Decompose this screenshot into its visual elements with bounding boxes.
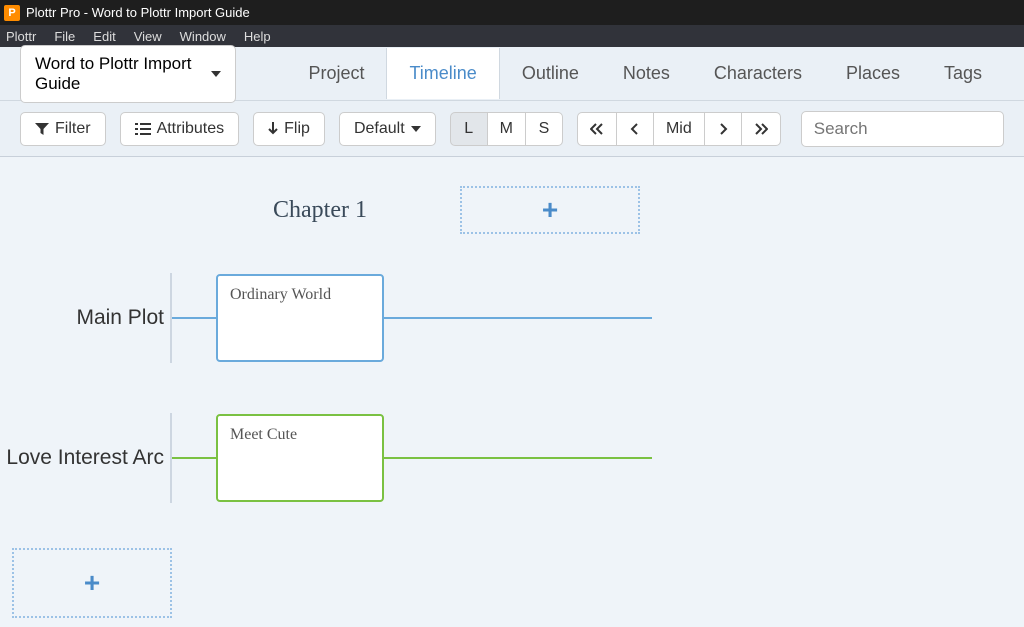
chevron-left-icon <box>630 123 640 135</box>
book-selector-label: Word to Plottr Import Guide <box>35 54 203 94</box>
chapter-header-row: Chapter 1 + <box>0 182 1024 238</box>
nav-group: Mid <box>577 112 781 146</box>
default-dropdown[interactable]: Default <box>339 112 436 146</box>
menu-window[interactable]: Window <box>180 29 226 44</box>
attributes-label: Attributes <box>157 120 225 138</box>
chevrons-right-icon <box>754 123 768 135</box>
filter-label: Filter <box>55 120 91 138</box>
chevrons-left-icon <box>590 123 604 135</box>
plotline-label[interactable]: Main Plot <box>0 306 170 330</box>
nav-last-button[interactable] <box>741 112 781 146</box>
size-m-button[interactable]: M <box>487 112 526 146</box>
tab-notes[interactable]: Notes <box>601 48 692 99</box>
filter-icon <box>35 122 49 136</box>
filter-button[interactable]: Filter <box>20 112 106 146</box>
attributes-button[interactable]: Attributes <box>120 112 240 146</box>
tab-places[interactable]: Places <box>824 48 922 99</box>
default-label: Default <box>354 120 405 138</box>
search-input[interactable] <box>814 119 991 139</box>
menu-edit[interactable]: Edit <box>93 29 115 44</box>
timeline-canvas: Chapter 1 + Main Plot Ordinary World Lov… <box>0 157 1024 627</box>
nav-tabs: Project Timeline Outline Notes Character… <box>286 48 1004 99</box>
chevron-right-icon <box>718 123 728 135</box>
caret-down-icon <box>411 126 421 132</box>
tab-characters[interactable]: Characters <box>692 48 824 99</box>
size-s-button[interactable]: S <box>525 112 563 146</box>
menu-view[interactable]: View <box>134 29 162 44</box>
list-icon <box>135 122 151 136</box>
tab-outline[interactable]: Outline <box>500 48 601 99</box>
menu-file[interactable]: File <box>54 29 75 44</box>
navbar: Word to Plottr Import Guide Project Time… <box>0 47 1024 101</box>
app-title: Plottr Pro - Word to Plottr Import Guide <box>26 5 250 20</box>
plus-icon: + <box>542 194 558 226</box>
tab-timeline[interactable]: Timeline <box>386 48 499 99</box>
plotline-label[interactable]: Love Interest Arc <box>0 446 170 470</box>
scene-card[interactable]: Meet Cute <box>216 414 384 502</box>
book-selector[interactable]: Word to Plottr Import Guide <box>20 45 236 103</box>
plus-icon: + <box>84 567 100 599</box>
tab-tags[interactable]: Tags <box>922 48 1004 99</box>
menu-help[interactable]: Help <box>244 29 271 44</box>
menubar: Plottr File Edit View Window Help <box>0 25 1024 47</box>
plotline-row: Love Interest Arc Meet Cute <box>0 398 1024 518</box>
nav-next-button[interactable] <box>704 112 742 146</box>
flip-button[interactable]: Flip <box>253 112 325 146</box>
add-plotline-button[interactable]: + <box>12 548 172 618</box>
add-chapter-button[interactable]: + <box>460 186 640 234</box>
toolbar: Filter Attributes Flip Default L M S Mid <box>0 101 1024 157</box>
search-box[interactable] <box>801 111 1004 147</box>
plotline-row: Main Plot Ordinary World <box>0 258 1024 378</box>
nav-first-button[interactable] <box>577 112 617 146</box>
flip-label: Flip <box>284 120 310 138</box>
tab-project[interactable]: Project <box>286 48 386 99</box>
menu-plottr[interactable]: Plottr <box>6 29 36 44</box>
app-icon: P <box>4 5 20 21</box>
caret-down-icon <box>211 71 221 77</box>
size-group: L M S <box>450 112 563 146</box>
titlebar: P Plottr Pro - Word to Plottr Import Gui… <box>0 0 1024 25</box>
flip-icon <box>268 122 278 136</box>
nav-prev-button[interactable] <box>616 112 654 146</box>
chapter-title[interactable]: Chapter 1 <box>180 197 460 224</box>
nav-mid-button[interactable]: Mid <box>653 112 705 146</box>
scene-card[interactable]: Ordinary World <box>216 274 384 362</box>
size-l-button[interactable]: L <box>450 112 488 146</box>
